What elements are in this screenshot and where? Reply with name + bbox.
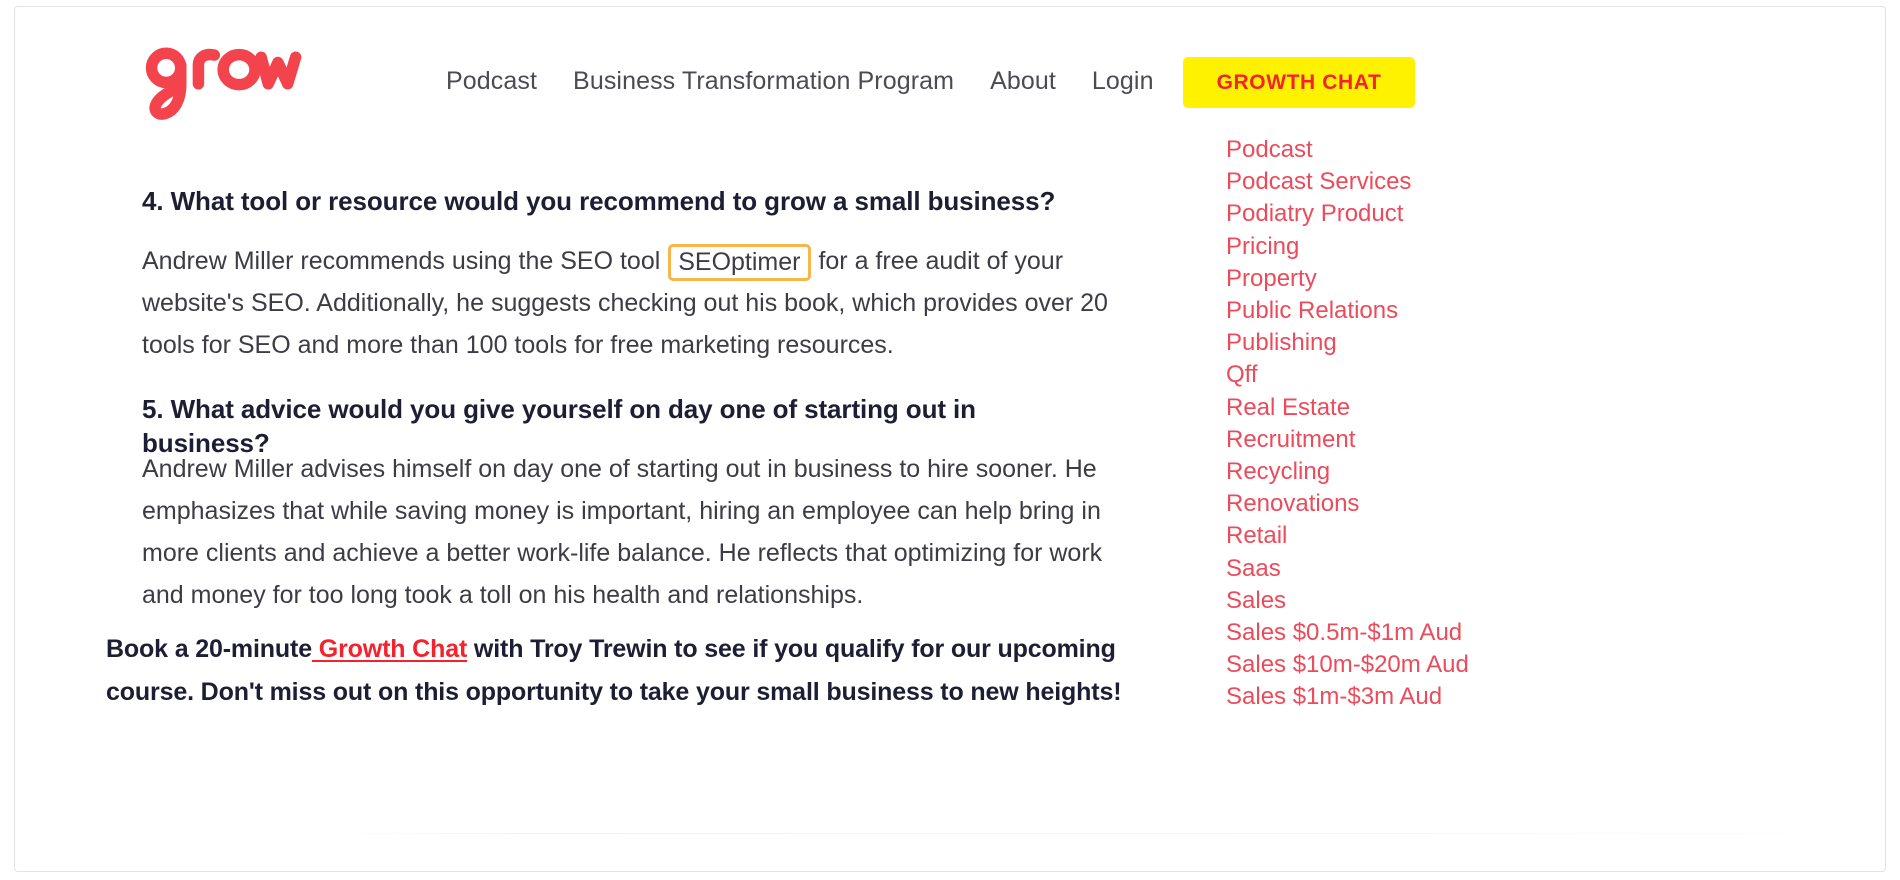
sidebar-item-sales-1m-3m-aud[interactable]: Sales $1m-$3m Aud xyxy=(1226,681,1469,713)
nav-link-business-transformation-program[interactable]: Business Transformation Program xyxy=(573,60,954,102)
sidebar-item-recycling[interactable]: Recycling xyxy=(1226,456,1469,488)
page-bottom-divider xyxy=(336,833,1876,834)
question-4-answer: Andrew Miller recommends using the SEO t… xyxy=(142,240,1117,366)
sidebar-item-qff[interactable]: Qff xyxy=(1226,359,1469,391)
sidebar-item-real-estate[interactable]: Real Estate xyxy=(1226,392,1469,424)
list-item: Sales $0.5m-$1m Aud xyxy=(1226,617,1469,649)
cta-text-before-link: Book a 20-minute xyxy=(106,635,312,663)
sidebar-item-sales[interactable]: Sales xyxy=(1226,585,1469,617)
primary-navigation: Podcast Business Transformation Program … xyxy=(446,60,1154,102)
sidebar-item-sales-0-5m-1m-aud[interactable]: Sales $0.5m-$1m Aud xyxy=(1226,617,1469,649)
grow-logo[interactable] xyxy=(142,44,322,120)
category-list: Podcast Podcast Services Podiatry Produc… xyxy=(1226,140,1469,714)
list-item: Sales $1m-$3m Aud xyxy=(1226,681,1469,713)
list-item: Recruitment xyxy=(1226,424,1469,456)
list-item: Saas xyxy=(1226,553,1469,585)
list-item: Retail xyxy=(1226,520,1469,552)
grow-wordmark-icon xyxy=(145,47,302,120)
nav-link-about[interactable]: About xyxy=(990,60,1056,102)
sidebar-item-property[interactable]: Property xyxy=(1226,263,1469,295)
list-item: Property xyxy=(1226,263,1469,295)
sidebar-item-recruitment[interactable]: Recruitment xyxy=(1226,424,1469,456)
list-item: Recycling xyxy=(1226,456,1469,488)
sidebar-item-podcast[interactable]: Podcast xyxy=(1226,140,1469,166)
nav-link-login[interactable]: Login xyxy=(1092,60,1154,102)
question-4-heading: 4. What tool or resource would you recom… xyxy=(142,186,1056,216)
category-sidebar: Podcast Podcast Services Podiatry Produc… xyxy=(1206,140,1846,864)
sidebar-item-publishing[interactable]: Publishing xyxy=(1226,327,1469,359)
growth-chat-inline-link[interactable]: Growth Chat xyxy=(312,635,468,663)
list-item: Qff xyxy=(1226,359,1469,391)
question-5-answer: Andrew Miller advises himself on day one… xyxy=(142,455,1103,609)
list-item: Podcast Services xyxy=(1226,166,1469,198)
article-main-column: 4. What tool or resource would you recom… xyxy=(16,140,1176,864)
sidebar-item-podcast-services[interactable]: Podcast Services xyxy=(1226,166,1469,198)
seoptimer-highlight-box[interactable]: SEOptimer xyxy=(668,244,811,281)
sidebar-item-sales-10m-20m-aud[interactable]: Sales $10m-$20m Aud xyxy=(1226,649,1469,681)
site-header: Podcast Business Transformation Program … xyxy=(16,8,1884,140)
list-item: Sales $10m-$20m Aud xyxy=(1226,649,1469,681)
booking-cta-paragraph: Book a 20-minute Growth Chat with Troy T… xyxy=(106,628,1136,714)
browser-viewport: Podcast Business Transformation Program … xyxy=(0,0,1900,880)
nav-link-podcast[interactable]: Podcast xyxy=(446,60,537,102)
q4-text-before-highlight: Andrew Miller recommends using the SEO t… xyxy=(142,247,661,275)
list-item: Podcast xyxy=(1226,140,1469,166)
sidebar-item-pricing[interactable]: Pricing xyxy=(1226,231,1469,263)
sidebar-item-saas[interactable]: Saas xyxy=(1226,553,1469,585)
page-content: Podcast Business Transformation Program … xyxy=(16,8,1884,864)
growth-chat-button[interactable]: GROWTH CHAT xyxy=(1183,57,1415,108)
sidebar-item-renovations[interactable]: Renovations xyxy=(1226,488,1469,520)
sidebar-item-retail[interactable]: Retail xyxy=(1226,520,1469,552)
list-item: Pricing xyxy=(1226,231,1469,263)
list-item: Publishing xyxy=(1226,327,1469,359)
list-item: Podiatry Product xyxy=(1226,198,1469,230)
list-item: Public Relations xyxy=(1226,295,1469,327)
list-item: Sales xyxy=(1226,585,1469,617)
sidebar-item-podiatry-product[interactable]: Podiatry Product xyxy=(1226,198,1469,230)
list-item: Real Estate xyxy=(1226,392,1469,424)
list-item: Renovations xyxy=(1226,488,1469,520)
sidebar-item-public-relations[interactable]: Public Relations xyxy=(1226,295,1469,327)
